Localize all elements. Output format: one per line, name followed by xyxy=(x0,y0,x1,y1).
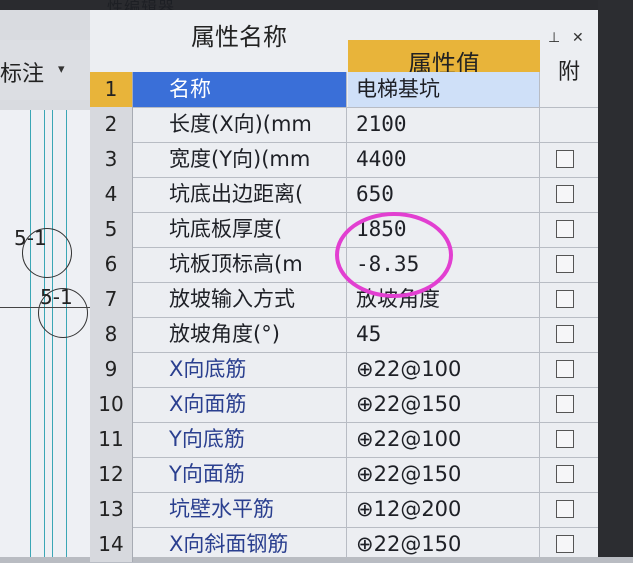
attach-checkbox[interactable] xyxy=(556,395,574,413)
property-name[interactable]: 坑壁水平筋 xyxy=(133,492,347,527)
property-value[interactable]: -8.35 xyxy=(348,247,540,282)
row-number: 12 xyxy=(90,457,133,492)
property-value[interactable]: 4400 xyxy=(348,142,540,177)
table-row[interactable]: 11 Y向底筋 ⊕22@100 xyxy=(90,422,598,458)
row-number: 7 xyxy=(90,282,133,317)
table-row[interactable]: 6 坑板顶标高(m -8.35 xyxy=(90,247,598,283)
pin-icon[interactable]: ⊥ xyxy=(548,30,560,46)
property-name[interactable]: Y向底筋 xyxy=(133,422,347,457)
property-grid: 属性名称 属性值 附 1 名称 电梯基坑 2 长度(X向)(mm 2100 3 宽度(Y向)(… xyxy=(90,10,598,563)
property-value[interactable]: ⊕22@100 xyxy=(348,422,540,457)
row-number: 4 xyxy=(90,177,133,212)
table-row[interactable]: 8 放坡角度(°) 45 xyxy=(90,317,598,353)
row-number: 2 xyxy=(90,107,133,142)
table-row[interactable]: 3 宽度(Y向)(mm 4400 xyxy=(90,142,598,178)
table-row[interactable]: 4 坑底出边距离(650 xyxy=(90,177,598,213)
property-value[interactable]: 45 xyxy=(348,317,540,352)
axis-label: 5-1 xyxy=(14,226,47,250)
property-name[interactable]: 坑底板厚度( xyxy=(133,212,347,247)
table-row[interactable]: 12 Y向面筋 ⊕22@150 xyxy=(90,457,598,493)
row-number: 5 xyxy=(90,212,133,247)
row-number: 11 xyxy=(90,422,133,457)
axis-label: 5-1 xyxy=(40,285,73,309)
attach-checkbox[interactable] xyxy=(556,150,574,168)
table-row[interactable]: 14 X向斜面钢筋 ⊕22@150 xyxy=(90,527,598,563)
header-property-name: 属性名称 xyxy=(132,12,346,62)
attach-checkbox[interactable] xyxy=(556,325,574,343)
row-number: 6 xyxy=(90,247,133,282)
dropdown-arrow-icon[interactable]: ▾ xyxy=(58,62,65,77)
property-value[interactable]: 2100 xyxy=(348,107,540,142)
attach-checkbox[interactable] xyxy=(556,255,574,273)
attach-checkbox[interactable] xyxy=(556,360,574,378)
property-value[interactable]: 650 xyxy=(348,177,540,212)
table-row[interactable]: 10 X向面筋 ⊕22@150 xyxy=(90,387,598,423)
property-value[interactable]: ⊕22@100 xyxy=(348,352,540,387)
attach-checkbox[interactable] xyxy=(556,185,574,203)
attach-checkbox[interactable] xyxy=(556,535,574,553)
table-row[interactable]: 5 坑底板厚度(1850 xyxy=(90,212,598,248)
grid-line xyxy=(30,110,31,557)
table-row[interactable]: 13 坑壁水平筋 ⊕12@200 xyxy=(90,492,598,528)
property-value[interactable]: ⊕22@150 xyxy=(348,457,540,492)
property-name[interactable]: X向底筋 xyxy=(133,352,347,387)
right-bezel xyxy=(598,0,633,557)
property-value[interactable]: 1850 xyxy=(348,212,540,247)
attach-checkbox[interactable] xyxy=(556,465,574,483)
property-name[interactable]: Y向面筋 xyxy=(133,457,347,492)
property-name[interactable]: 长度(X向)(mm xyxy=(133,107,347,142)
table-row[interactable]: 9 X向底筋 ⊕22@100 xyxy=(90,352,598,388)
grid-line xyxy=(44,110,45,557)
property-name[interactable]: 放坡输入方式 xyxy=(133,282,347,317)
property-name[interactable]: 名称 xyxy=(133,72,347,107)
property-name[interactable]: 坑板顶标高(m xyxy=(133,247,347,282)
close-icon[interactable]: ✕ xyxy=(572,30,584,46)
property-value[interactable]: 放坡角度 xyxy=(348,282,540,317)
property-value[interactable]: ⊕22@150 xyxy=(348,387,540,422)
row-number: 8 xyxy=(90,317,133,352)
annotation-menu-label[interactable]: 标注 xyxy=(0,56,44,88)
property-value[interactable]: ⊕12@200 xyxy=(348,492,540,527)
attach-checkbox[interactable] xyxy=(556,500,574,518)
property-name[interactable]: 宽度(Y向)(mm xyxy=(133,142,347,177)
table-row[interactable]: 1 名称 电梯基坑 xyxy=(90,72,598,108)
row-number: 9 xyxy=(90,352,133,387)
attach-checkbox[interactable] xyxy=(556,430,574,448)
table-row[interactable]: 2 长度(X向)(mm 2100 xyxy=(90,107,598,143)
property-name[interactable]: 坑底出边距离( xyxy=(133,177,347,212)
row-number: 1 xyxy=(90,72,133,107)
property-value[interactable]: 电梯基坑 xyxy=(348,72,540,107)
cad-drawing-area[interactable]: 标注 ▾ xyxy=(0,10,90,557)
table-row[interactable]: 7 放坡输入方式 放坡角度 xyxy=(90,282,598,318)
property-name[interactable]: X向面筋 xyxy=(133,387,347,422)
row-number: 10 xyxy=(90,387,133,422)
row-number: 13 xyxy=(90,492,133,527)
grid-corner xyxy=(90,12,130,70)
property-name[interactable]: 放坡角度(°) xyxy=(133,317,347,352)
row-number: 3 xyxy=(90,142,133,177)
attach-checkbox[interactable] xyxy=(556,220,574,238)
attach-checkbox[interactable] xyxy=(556,290,574,308)
